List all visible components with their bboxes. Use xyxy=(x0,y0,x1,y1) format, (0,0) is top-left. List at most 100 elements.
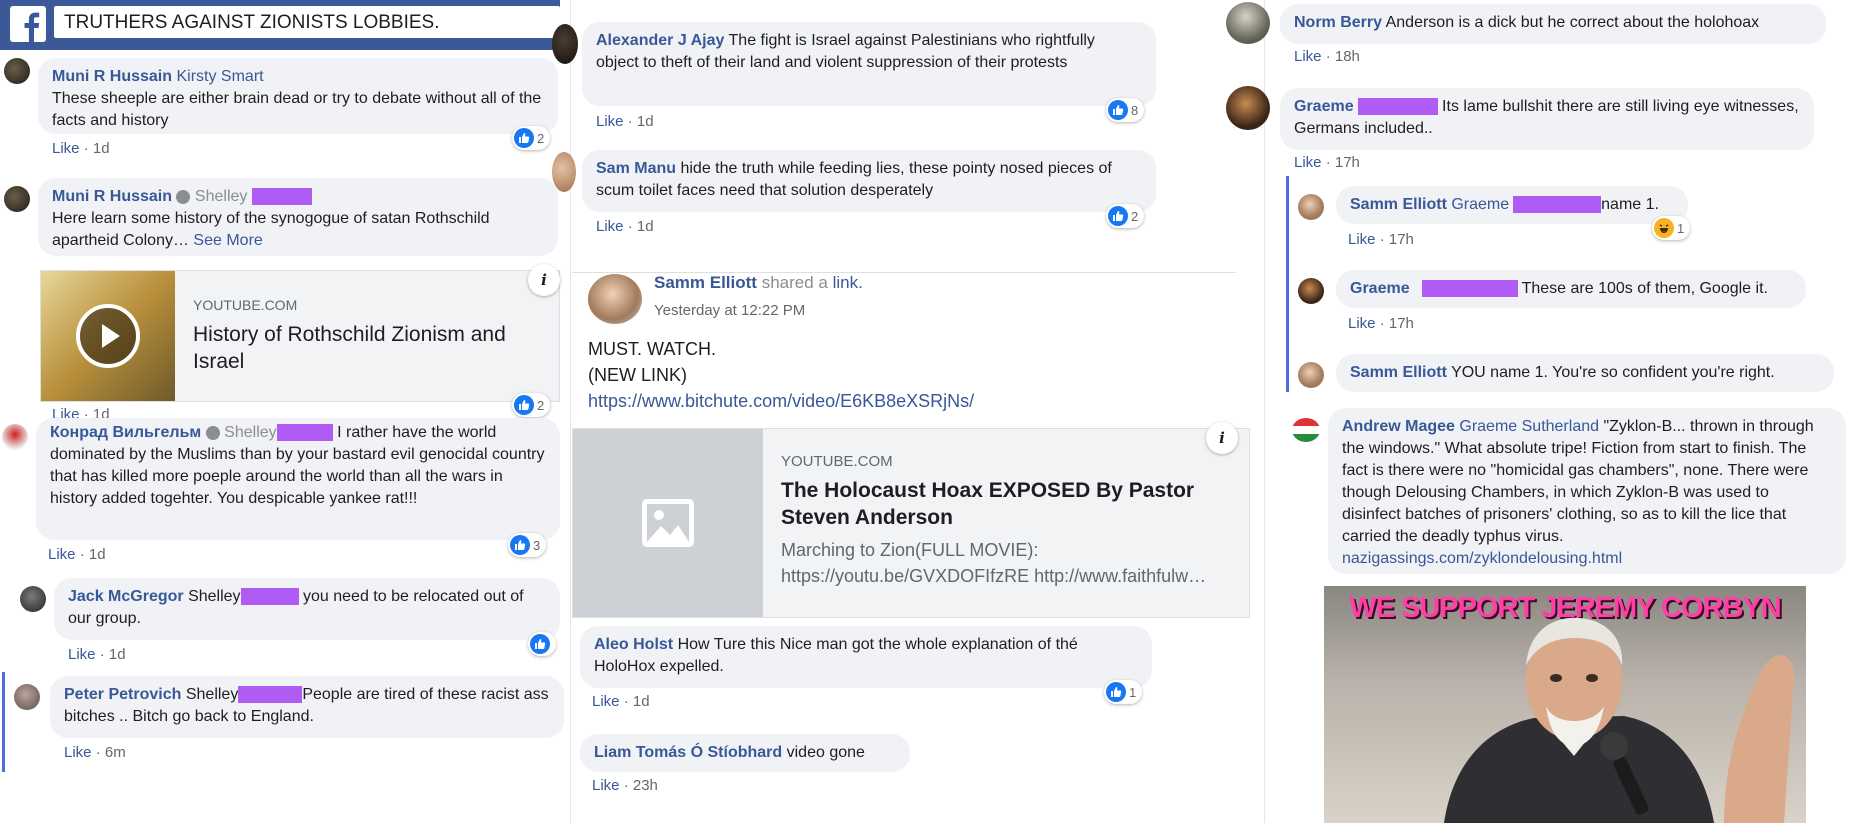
video-thumbnail[interactable] xyxy=(41,271,175,401)
reaction-count[interactable] xyxy=(528,632,556,656)
comment-author[interactable]: Jack McGregor xyxy=(68,588,184,605)
comment-author[interactable]: Muni R Hussain xyxy=(52,188,172,205)
comment-time[interactable]: 17h xyxy=(1335,154,1360,170)
comment-bubble: Muni R Hussain Kirsty Smart These sheepl… xyxy=(38,58,558,134)
post-author-avatar[interactable] xyxy=(588,274,642,324)
comment-author[interactable]: Alexander J Ajay xyxy=(596,32,724,49)
like-button[interactable]: Like xyxy=(1294,48,1322,65)
see-more-link[interactable]: See More xyxy=(193,232,262,249)
like-button[interactable]: Like xyxy=(68,646,96,663)
like-button[interactable]: Like xyxy=(52,140,80,157)
comment-mention[interactable]: Shelley xyxy=(224,424,276,441)
reaction-count[interactable]: 2 xyxy=(1106,204,1145,228)
comment-meta: Like · 23h xyxy=(592,777,658,794)
search-input[interactable]: TRUTHERS AGAINST ZIONISTS LOBBIES. xyxy=(54,6,560,38)
post-url[interactable]: https://www.bitchute.com/video/E6KB8eXSR… xyxy=(588,388,974,414)
comment-mention[interactable]: Graeme xyxy=(1451,196,1509,213)
reaction-count[interactable]: 1 xyxy=(1652,216,1691,240)
comment-meta: Like · 1d xyxy=(596,113,654,130)
card-title[interactable]: History of Rothschild Zionism and Israel xyxy=(193,321,533,375)
comment-time[interactable]: 6m xyxy=(105,744,126,761)
avatar[interactable] xyxy=(4,58,30,84)
comment-author[interactable]: Samm Elliott xyxy=(1350,196,1447,213)
comment-time[interactable]: 1d xyxy=(637,218,654,235)
play-icon[interactable] xyxy=(76,304,140,368)
like-button[interactable]: Like xyxy=(1348,315,1376,332)
avatar[interactable] xyxy=(1298,194,1324,220)
comment-meta: Like · 1d xyxy=(52,140,110,157)
like-button[interactable]: Like xyxy=(596,113,624,130)
comment-mention[interactable]: Shelley xyxy=(195,188,247,205)
comment-mention[interactable]: Kirsty Smart xyxy=(176,68,263,85)
like-button[interactable]: Like xyxy=(64,744,92,761)
like-button[interactable]: Like xyxy=(592,777,620,794)
comment-author[interactable]: Andrew Magee xyxy=(1342,418,1455,435)
link-preview-card[interactable]: YOUTUBE.COM The Holocaust Hoax EXPOSED B… xyxy=(572,428,1250,618)
avatar[interactable] xyxy=(1226,2,1270,44)
card-title[interactable]: The Holocaust Hoax EXPOSED By Pastor Ste… xyxy=(781,477,1231,531)
redaction-block xyxy=(1421,280,1518,298)
comment-author[interactable]: Graeme xyxy=(1294,98,1354,115)
comment-time[interactable]: 1d xyxy=(89,546,106,563)
comment-author[interactable]: Graeme xyxy=(1350,280,1410,297)
comment-bubble: Alexander J Ajay The fight is Israel aga… xyxy=(582,22,1156,106)
avatar[interactable] xyxy=(14,684,40,710)
comment-time[interactable]: 17h xyxy=(1389,231,1414,248)
facebook-logo-icon[interactable] xyxy=(10,6,46,42)
avatar[interactable] xyxy=(1226,86,1270,130)
info-icon[interactable]: i xyxy=(528,264,560,296)
avatar[interactable] xyxy=(20,586,46,612)
comment-meta: Like · 18h xyxy=(1294,48,1360,65)
comment-link[interactable]: nazigassings.com/zyklondelousing.html xyxy=(1342,550,1622,567)
comment-meta: Like · 1d xyxy=(48,546,106,563)
post-author[interactable]: Samm Elliott xyxy=(654,273,757,292)
reaction-count[interactable]: 2 xyxy=(512,126,551,150)
comment-time[interactable]: 1d xyxy=(633,693,650,710)
verified-badge-icon xyxy=(205,425,220,440)
comment-time[interactable]: 23h xyxy=(633,777,658,794)
like-reaction-icon xyxy=(530,634,550,654)
attached-image[interactable]: WE SUPPORT JEREMY CORBYN xyxy=(1324,586,1806,823)
comment-text: video gone xyxy=(786,744,865,761)
like-button[interactable]: Like xyxy=(1348,231,1376,248)
comment-mention[interactable]: Shelley xyxy=(188,588,240,605)
comment-text: YOU name 1. You're so confident you're r… xyxy=(1451,364,1775,381)
comment-mention[interactable]: Graeme Sutherland xyxy=(1459,418,1599,435)
avatar[interactable] xyxy=(1298,278,1324,304)
avatar[interactable] xyxy=(552,24,578,64)
avatar[interactable] xyxy=(1298,362,1324,388)
avatar[interactable] xyxy=(4,186,30,212)
comment-author[interactable]: Aleo Holst xyxy=(594,636,673,653)
info-icon[interactable]: i xyxy=(1206,422,1238,454)
reaction-count[interactable]: 2 xyxy=(512,393,551,417)
reaction-count[interactable]: 8 xyxy=(1106,98,1145,122)
post-link-word[interactable]: link. xyxy=(833,273,863,292)
comment-time[interactable]: 1d xyxy=(637,113,654,130)
link-preview-card[interactable]: YOUTUBE.COM History of Rothschild Zionis… xyxy=(40,270,560,402)
comment-text: name 1. xyxy=(1601,196,1659,213)
comment-author[interactable]: Sam Manu xyxy=(596,160,676,177)
portrait-illustration xyxy=(1444,617,1794,823)
reaction-count[interactable]: 1 xyxy=(1104,680,1143,704)
comment-author[interactable]: Samm Elliott xyxy=(1350,364,1447,381)
comment-time[interactable]: 1d xyxy=(109,646,126,663)
avatar[interactable] xyxy=(552,152,576,192)
comment-time[interactable]: 1d xyxy=(93,140,110,157)
like-button[interactable]: Like xyxy=(1294,154,1322,170)
comment-time[interactable]: 18h xyxy=(1335,48,1360,65)
comment-author[interactable]: Peter Petrovich xyxy=(64,686,181,703)
like-button[interactable]: Like xyxy=(48,546,76,563)
avatar[interactable] xyxy=(2,424,28,450)
comment-author[interactable]: Muni R Hussain xyxy=(52,68,172,85)
post-time[interactable]: Yesterday at 12:22 PM xyxy=(654,302,805,319)
like-button[interactable]: Like xyxy=(596,218,624,235)
avatar[interactable] xyxy=(1292,418,1320,442)
like-button[interactable]: Like xyxy=(592,693,620,710)
reaction-number: 3 xyxy=(533,537,541,553)
comment-mention[interactable]: Shelley xyxy=(186,686,238,703)
comment-author[interactable]: Liam Tomás Ó Stíobhard xyxy=(594,744,782,761)
comment-time[interactable]: 17h xyxy=(1389,315,1414,332)
comment-author[interactable]: Norm Berry xyxy=(1294,14,1382,31)
reaction-count[interactable]: 3 xyxy=(508,533,547,557)
comment-author[interactable]: Конрад Вильгельм xyxy=(50,424,201,441)
